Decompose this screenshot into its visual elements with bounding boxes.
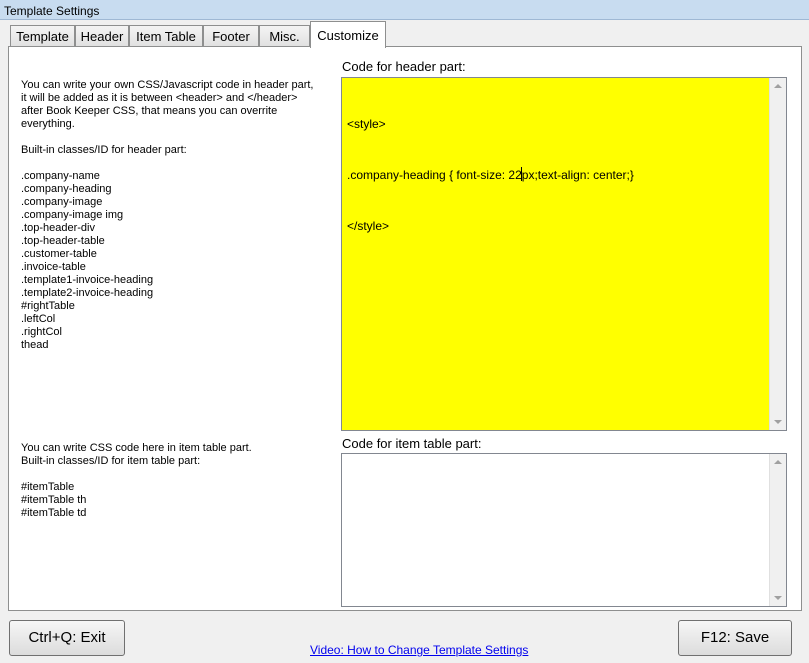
- tab-strip: Template Header Item Table Footer Misc. …: [8, 21, 803, 48]
- tab-misc[interactable]: Misc.: [259, 25, 310, 47]
- item-code-scrollbar[interactable]: [769, 454, 786, 606]
- header-code-label: Code for header part:: [342, 59, 466, 74]
- scroll-up-icon[interactable]: [774, 460, 782, 464]
- header-help-text: You can write your own CSS/Javascript co…: [21, 79, 314, 351]
- header-code-input[interactable]: <style> .company-heading { font-size: 22…: [341, 77, 787, 431]
- exit-button[interactable]: Ctrl+Q: Exit: [9, 620, 125, 656]
- header-code-line: <style>: [347, 117, 386, 131]
- item-code-input[interactable]: [341, 453, 787, 607]
- tab-footer[interactable]: Footer: [203, 25, 259, 47]
- scroll-down-icon[interactable]: [774, 596, 782, 600]
- tab-item-table[interactable]: Item Table: [129, 25, 203, 47]
- header-code-text: .company-heading { font-size: 22: [347, 168, 522, 182]
- header-code-scrollbar[interactable]: [769, 78, 786, 430]
- item-help-text: You can write CSS code here in item tabl…: [21, 442, 252, 519]
- scroll-up-icon[interactable]: [774, 84, 782, 88]
- header-code-line: .company-heading { font-size: 22px;text-…: [347, 167, 766, 184]
- tab-customize[interactable]: Customize: [310, 21, 386, 48]
- item-code-label: Code for item table part:: [342, 436, 482, 451]
- header-code-line: </style>: [347, 219, 390, 233]
- header-code-text: px;text-align: center;}: [521, 168, 634, 182]
- tab-template[interactable]: Template: [10, 25, 75, 47]
- video-help-link[interactable]: Video: How to Change Template Settings: [310, 643, 528, 657]
- tab-header[interactable]: Header: [75, 25, 129, 47]
- window-title: Template Settings: [0, 0, 809, 20]
- save-button[interactable]: F12: Save: [678, 620, 792, 656]
- scroll-down-icon[interactable]: [774, 420, 782, 424]
